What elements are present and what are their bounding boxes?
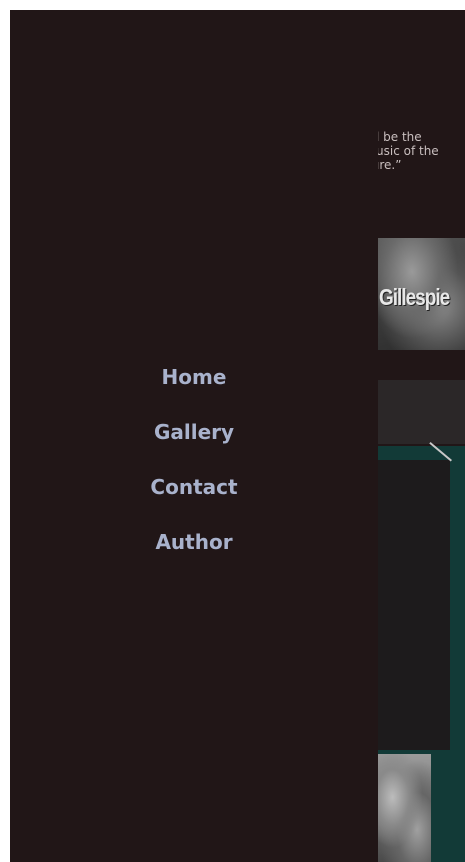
photo-caption: Gillespie bbox=[379, 285, 450, 311]
nav-item-gallery: Gallery bbox=[10, 404, 378, 459]
nav-item-contact: Contact bbox=[10, 459, 378, 514]
gillespie-photo[interactable]: Gillespie bbox=[376, 238, 465, 350]
nav-link-gallery[interactable]: Gallery bbox=[154, 420, 234, 444]
nav-link-contact[interactable]: Contact bbox=[150, 475, 237, 499]
nav-item-home: Home bbox=[10, 349, 378, 404]
people-photo[interactable] bbox=[376, 754, 431, 862]
section-bar bbox=[376, 380, 465, 444]
nav-menu: Home Gallery Contact Author bbox=[10, 349, 378, 569]
quote-text: l be the usic of the ıre.” bbox=[376, 130, 465, 172]
quote-line: l be the bbox=[376, 130, 422, 144]
app-viewport: l be the usic of the ıre.” Gillespie Hom… bbox=[10, 10, 465, 862]
nav-drawer: Home Gallery Contact Author bbox=[10, 10, 378, 862]
nav-link-home[interactable]: Home bbox=[162, 365, 227, 389]
quote-line: usic of the bbox=[376, 144, 439, 158]
quote-line: ıre.” bbox=[376, 158, 402, 172]
nav-link-author[interactable]: Author bbox=[155, 530, 232, 554]
nav-item-author: Author bbox=[10, 514, 378, 569]
video-player[interactable] bbox=[376, 442, 452, 750]
